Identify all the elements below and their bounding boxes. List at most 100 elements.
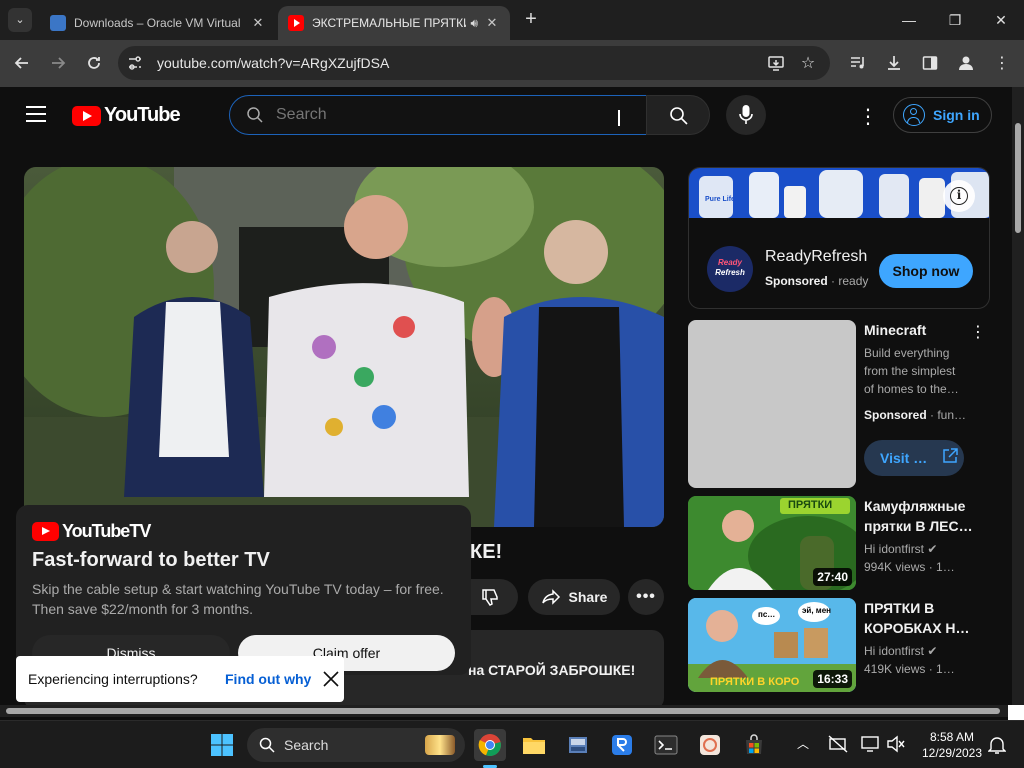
reload-icon[interactable] <box>82 51 106 75</box>
rec-channel[interactable]: Hi idontfirst ✔︎ <box>864 540 968 558</box>
search-button[interactable] <box>646 95 710 135</box>
close-window-button[interactable]: ✕ <box>981 6 1021 34</box>
verified-icon: ✔︎ <box>927 542 938 556</box>
audio-playing-icon[interactable]: 🔊︎ <box>470 16 478 31</box>
rec-title[interactable]: Камуфляжные прятки В ЛЕС… <box>864 496 974 536</box>
thumbnail-caption: ПРЯТКИ <box>788 499 833 511</box>
youtube-logo[interactable]: YouTube <box>72 104 181 127</box>
site-info-icon[interactable] <box>126 54 144 72</box>
tab-close-icon[interactable]: ✕ <box>484 15 500 31</box>
recommendation-item[interactable]: пс… эй, мен ПРЯТКИ В КОРО 16:33 ПРЯТКИ В… <box>688 598 990 692</box>
chrome-taskbar-icon[interactable] <box>474 729 506 761</box>
advertiser-avatar[interactable]: Ready Refresh <box>707 246 753 292</box>
address-bar[interactable]: youtube.com/watch?v=ARgXZujfDSA <box>118 46 830 80</box>
settings-more-icon[interactable]: ⋮ <box>858 104 878 129</box>
windows-start-icon[interactable] <box>206 729 238 761</box>
search-box[interactable] <box>229 95 647 135</box>
speech-bubble-text-1: пс… <box>758 610 776 619</box>
account-icon <box>903 104 925 126</box>
rec-description-3: of homes to the… <box>864 382 959 396</box>
sponsored-ad-card[interactable]: Pure Life i Ready Refresh ReadyRefresh S… <box>688 167 990 309</box>
media-controls-icon[interactable] <box>846 51 870 75</box>
taskbar-search-box[interactable]: Search <box>247 728 465 762</box>
video-thumbnail[interactable] <box>688 320 856 488</box>
video-thumbnail[interactable]: ПРЯТКИ 27:40 <box>688 496 856 590</box>
chrome-menu-icon[interactable]: ⋮ <box>990 51 1014 75</box>
find-out-why-link[interactable]: Find out why <box>225 671 311 687</box>
scroll-corner <box>1008 705 1024 721</box>
voice-search-button[interactable] <box>726 95 766 135</box>
search-input[interactable] <box>276 104 596 126</box>
tab-downloads[interactable]: Downloads – Oracle VM Virtual ✕ <box>40 6 276 40</box>
dislike-icon <box>482 589 498 606</box>
install-app-icon[interactable] <box>764 51 788 75</box>
video-thumbnail[interactable]: пс… эй, мен ПРЯТКИ В КОРО 16:33 <box>688 598 856 692</box>
sign-in-button[interactable]: Sign in <box>893 97 992 133</box>
shop-now-button[interactable]: Shop now <box>879 254 973 288</box>
more-horizontal-icon: ••• <box>636 588 656 605</box>
url-text: youtube.com/watch?v=ARgXZujfDSA <box>157 55 390 71</box>
downloads-icon[interactable] <box>882 51 906 75</box>
rec-channel[interactable]: Hi idontfirst ✔︎ <box>864 642 968 660</box>
share-icon <box>541 589 560 605</box>
network-offline-icon[interactable] <box>828 735 848 758</box>
volume-muted-icon[interactable] <box>886 735 906 758</box>
sponsored-recommendation[interactable]: Minecraft ⋮ Build everything from the si… <box>688 320 990 488</box>
virtualbox-icon <box>50 15 66 31</box>
advertiser-logo-line1: Ready <box>717 258 742 267</box>
bookmark-star-icon[interactable]: ☆ <box>796 51 820 75</box>
rec-sponsored-line: Sponsored · fun… <box>864 406 968 424</box>
microsoft-store-icon[interactable] <box>738 729 770 761</box>
notifications-bell-icon[interactable] <box>987 735 1007 760</box>
close-icon[interactable] <box>321 669 341 689</box>
scroll-thumb[interactable] <box>1015 123 1021 233</box>
tab-close-icon[interactable]: ✕ <box>250 15 266 31</box>
virtualbox-taskbar-icon[interactable] <box>562 729 594 761</box>
video-player[interactable] <box>24 167 664 527</box>
rec-stats: 994K views · 1… <box>864 560 955 574</box>
terminal-icon[interactable] <box>650 729 682 761</box>
visit-button[interactable]: Visit … <box>864 440 964 476</box>
rec-title[interactable]: Minecraft <box>864 320 968 340</box>
youtube-play-logo-icon <box>72 105 101 126</box>
tab-youtube[interactable]: ЭКСТРЕМАЛЬНЫЕ ПРЯТКИ 🔊︎ ✕ <box>278 6 510 40</box>
sponsor-handle: · ready <box>831 274 869 288</box>
new-tab-button[interactable]: + <box>519 7 543 31</box>
minimize-button[interactable]: — <box>889 6 929 34</box>
channel-name: Hi idontfirst <box>864 644 925 658</box>
scroll-thumb[interactable] <box>6 708 1000 714</box>
tab-search-button[interactable]: ⌄ <box>8 8 32 32</box>
clock-date: 12/29/2023 <box>921 746 983 760</box>
maximize-button[interactable]: ❐ <box>935 6 975 34</box>
show-hidden-icons-chevron-icon[interactable]: ︿ <box>797 735 809 752</box>
file-explorer-icon[interactable] <box>518 729 550 761</box>
video-title: КЕ! <box>470 541 502 564</box>
remote-desktop-icon[interactable] <box>606 729 638 761</box>
ad-brand-name[interactable]: ReadyRefresh <box>765 248 867 266</box>
display-icon[interactable] <box>860 735 880 758</box>
system-clock[interactable]: 8:58 AM 12/29/2023 <box>916 729 988 761</box>
back-icon[interactable] <box>10 51 34 75</box>
ad-sponsored-line: Sponsored · ready <box>765 274 868 288</box>
rec-title[interactable]: ПРЯТКИ В КОРОБКАХ Н… <box>864 598 974 638</box>
profile-icon[interactable] <box>954 51 978 75</box>
hamburger-menu-icon[interactable] <box>26 106 46 122</box>
search-highlight-icon <box>425 735 455 755</box>
tab-title: Downloads – Oracle VM Virtual <box>74 16 241 30</box>
forward-icon[interactable] <box>46 51 70 75</box>
horizontal-scrollbar[interactable] <box>0 705 1012 717</box>
tab-title: ЭКСТРЕМАЛЬНЫЕ ПРЯТКИ <box>312 16 467 30</box>
tab-strip: ⌄ Downloads – Oracle VM Virtual ✕ ЭКСТРЕ… <box>0 0 1024 40</box>
recommendation-item[interactable]: ПРЯТКИ 27:40 Камуфляжные прятки В ЛЕС… H… <box>688 496 990 590</box>
rec-more-icon[interactable]: ⋮ <box>970 322 986 342</box>
ad-info-icon[interactable]: i <box>943 180 975 212</box>
app-icon[interactable] <box>694 729 726 761</box>
thumbnail-caption: ПРЯТКИ В КОРО <box>710 676 800 688</box>
share-button[interactable]: Share <box>528 579 620 615</box>
more-actions-button[interactable]: ••• <box>628 579 664 615</box>
side-panel-icon[interactable] <box>918 51 942 75</box>
vertical-scrollbar[interactable] <box>1012 87 1024 717</box>
visit-label: Visit … <box>880 450 928 466</box>
promo-body: Skip the cable setup & start watching Yo… <box>32 581 444 617</box>
search-icon <box>259 737 275 753</box>
